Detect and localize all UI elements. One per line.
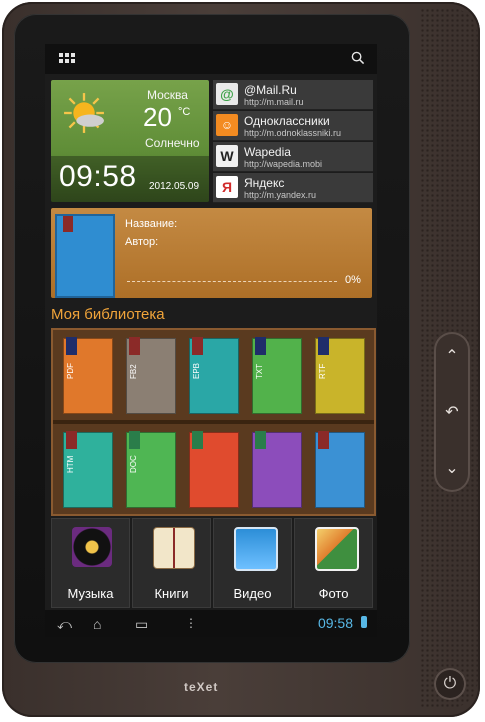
book-cover <box>55 214 115 298</box>
photo-icon <box>315 527 359 571</box>
bookmark-icon <box>63 216 73 232</box>
book-tag <box>129 431 140 449</box>
link-url: http://wapedia.mobi <box>244 159 323 169</box>
apps-grid-icon[interactable] <box>59 53 75 65</box>
link-url: http://m.mail.ru <box>244 97 304 107</box>
weather-widget[interactable]: Москва 20 °C Солнечно 09:58 2012.05.09 <box>51 80 209 202</box>
status-time: 09:58 <box>317 615 353 631</box>
app-dock: Музыка Книги Видео Фото <box>51 518 373 608</box>
link-item-yandex[interactable]: Я Яндекс http://m.yandex.ru <box>213 173 373 203</box>
book-tag <box>66 337 77 355</box>
power-button[interactable]: ⏻ <box>434 668 466 700</box>
link-item-mailru[interactable]: @ @Mail.Ru http://m.mail.ru <box>213 80 373 110</box>
link-item-wapedia[interactable]: W Wapedia http://wapedia.mobi <box>213 142 373 172</box>
video-icon <box>234 527 278 571</box>
clock-time: 09:58 <box>59 160 137 193</box>
link-title: Wapedia <box>244 145 291 159</box>
link-title: @Mail.Ru <box>244 83 297 97</box>
brand-logo: teXet <box>184 680 219 694</box>
home-nav-icon[interactable]: ⌂ <box>93 616 101 632</box>
dock-label: Книги <box>154 586 189 601</box>
yandex-icon: Я <box>216 176 238 198</box>
screen: Москва 20 °C Солнечно 09:58 2012.05.09 @… <box>45 44 377 637</box>
search-icon[interactable] <box>351 51 365 65</box>
book-htm[interactable]: HTM <box>63 431 113 508</box>
dock-item-video[interactable]: Видео <box>213 518 292 608</box>
music-icon <box>72 527 112 567</box>
book-item[interactable] <box>252 431 302 508</box>
book-format: DOC <box>129 455 138 473</box>
bookmarks-list: @ @Mail.Ru http://m.mail.ru ☺ Одноклассн… <box>213 80 373 203</box>
book-tag <box>192 337 203 355</box>
book-fb2[interactable]: FB2 <box>126 337 176 414</box>
link-item-odnoklassniki[interactable]: ☺ Одноклассники http://m.odnoklassniki.r… <box>213 111 373 141</box>
current-book-widget[interactable]: Название: Автор: 0% <box>51 208 372 298</box>
sun-icon <box>64 93 104 133</box>
link-url: http://m.yandex.ru <box>244 190 317 200</box>
book-pdf[interactable]: PDF <box>63 337 113 414</box>
book-format: HTM <box>66 455 75 473</box>
book-rtf[interactable]: RTF <box>315 337 365 414</box>
book-tag <box>66 431 77 449</box>
system-nav-bar: ⤺ ⌂ ▭ ⋮ 09:58 <box>45 610 377 637</box>
back-button[interactable]: ↶ <box>438 392 466 432</box>
book-tag <box>318 431 329 449</box>
dock-label: Музыка <box>67 586 114 601</box>
link-title: Яндекс <box>244 176 285 190</box>
dock-item-music[interactable]: Музыка <box>51 518 130 608</box>
library-shelf: PDF FB2 EPB TXT RTF HTM DOC <box>51 328 376 516</box>
weather-condition: Солнечно <box>145 136 200 150</box>
book-epb[interactable]: EPB <box>189 337 239 414</box>
link-url: http://m.odnoklassniki.ru <box>244 128 342 138</box>
clock-date: 2012.05.09 <box>149 181 200 192</box>
odnoklassniki-icon: ☺ <box>216 114 238 136</box>
weather-temperature: 20 <box>143 102 172 132</box>
mailru-icon: @ <box>216 83 238 105</box>
book-tag <box>255 431 266 449</box>
book-item[interactable] <box>315 431 365 508</box>
top-bar <box>45 44 377 74</box>
library-title: Моя библиотека <box>51 306 165 323</box>
reading-progress-line <box>127 281 337 282</box>
link-title: Одноклассники <box>244 114 330 128</box>
menu-dots-icon[interactable]: ⋮ <box>185 616 197 630</box>
dock-item-books[interactable]: Книги <box>132 518 211 608</box>
book-author-label: Автор: <box>125 236 159 248</box>
book-txt[interactable]: TXT <box>252 337 302 414</box>
book-tag <box>255 337 266 355</box>
recent-apps-icon[interactable]: ▭ <box>135 616 148 633</box>
down-button[interactable]: ⌄ <box>438 448 466 488</box>
book-title-label: Название: <box>125 218 178 230</box>
book-tag <box>129 337 140 355</box>
book-tag <box>192 431 203 449</box>
bluetooth-icon <box>361 616 367 628</box>
dock-label: Фото <box>318 586 349 601</box>
book-format: PDF <box>66 363 75 379</box>
reading-progress-value: 0% <box>345 274 361 286</box>
book-item[interactable] <box>189 431 239 508</box>
weather-city: Москва <box>147 88 188 102</box>
book-format: RTF <box>318 363 327 379</box>
weather-unit: °C <box>178 106 191 118</box>
book-format: EPB <box>192 362 201 379</box>
up-button[interactable]: ⌃ <box>438 336 466 376</box>
wapedia-icon: W <box>216 145 238 167</box>
book-format: FB2 <box>129 364 138 379</box>
book-tag <box>318 337 329 355</box>
dock-label: Видео <box>233 586 272 601</box>
dock-item-photo[interactable]: Фото <box>294 518 373 608</box>
back-nav-icon[interactable]: ⤺ <box>57 616 72 633</box>
shelf-divider <box>53 420 374 424</box>
books-icon <box>153 527 195 569</box>
book-format: TXT <box>255 363 264 379</box>
book-doc[interactable]: DOC <box>126 431 176 508</box>
